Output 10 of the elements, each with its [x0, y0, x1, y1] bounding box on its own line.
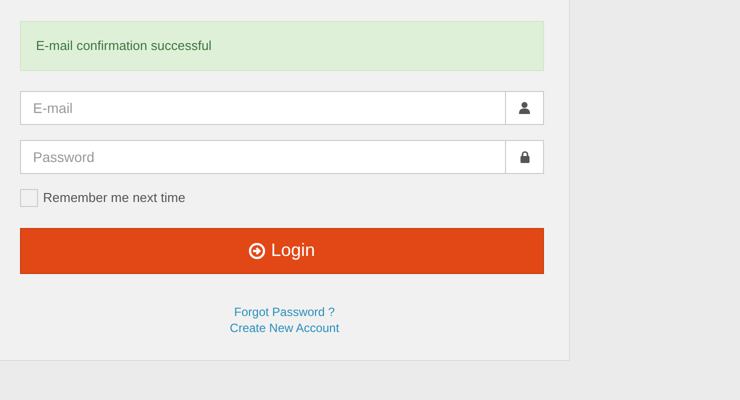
link[interactable]: Forgot Password ?: [234, 304, 335, 320]
lock-icon: [520, 151, 530, 163]
success-alert: E-mail confirmation successful: [20, 21, 544, 71]
link[interactable]: Create New Account: [230, 320, 340, 336]
user-icon: [519, 102, 530, 114]
checkbox-label: Remember me next time: [43, 189, 186, 207]
input-field[interactable]: Password: [20, 140, 506, 174]
login-button[interactable]: Login: [20, 228, 544, 274]
checkbox[interactable]: [20, 188, 38, 207]
input-field[interactable]: E-mail: [20, 91, 506, 125]
